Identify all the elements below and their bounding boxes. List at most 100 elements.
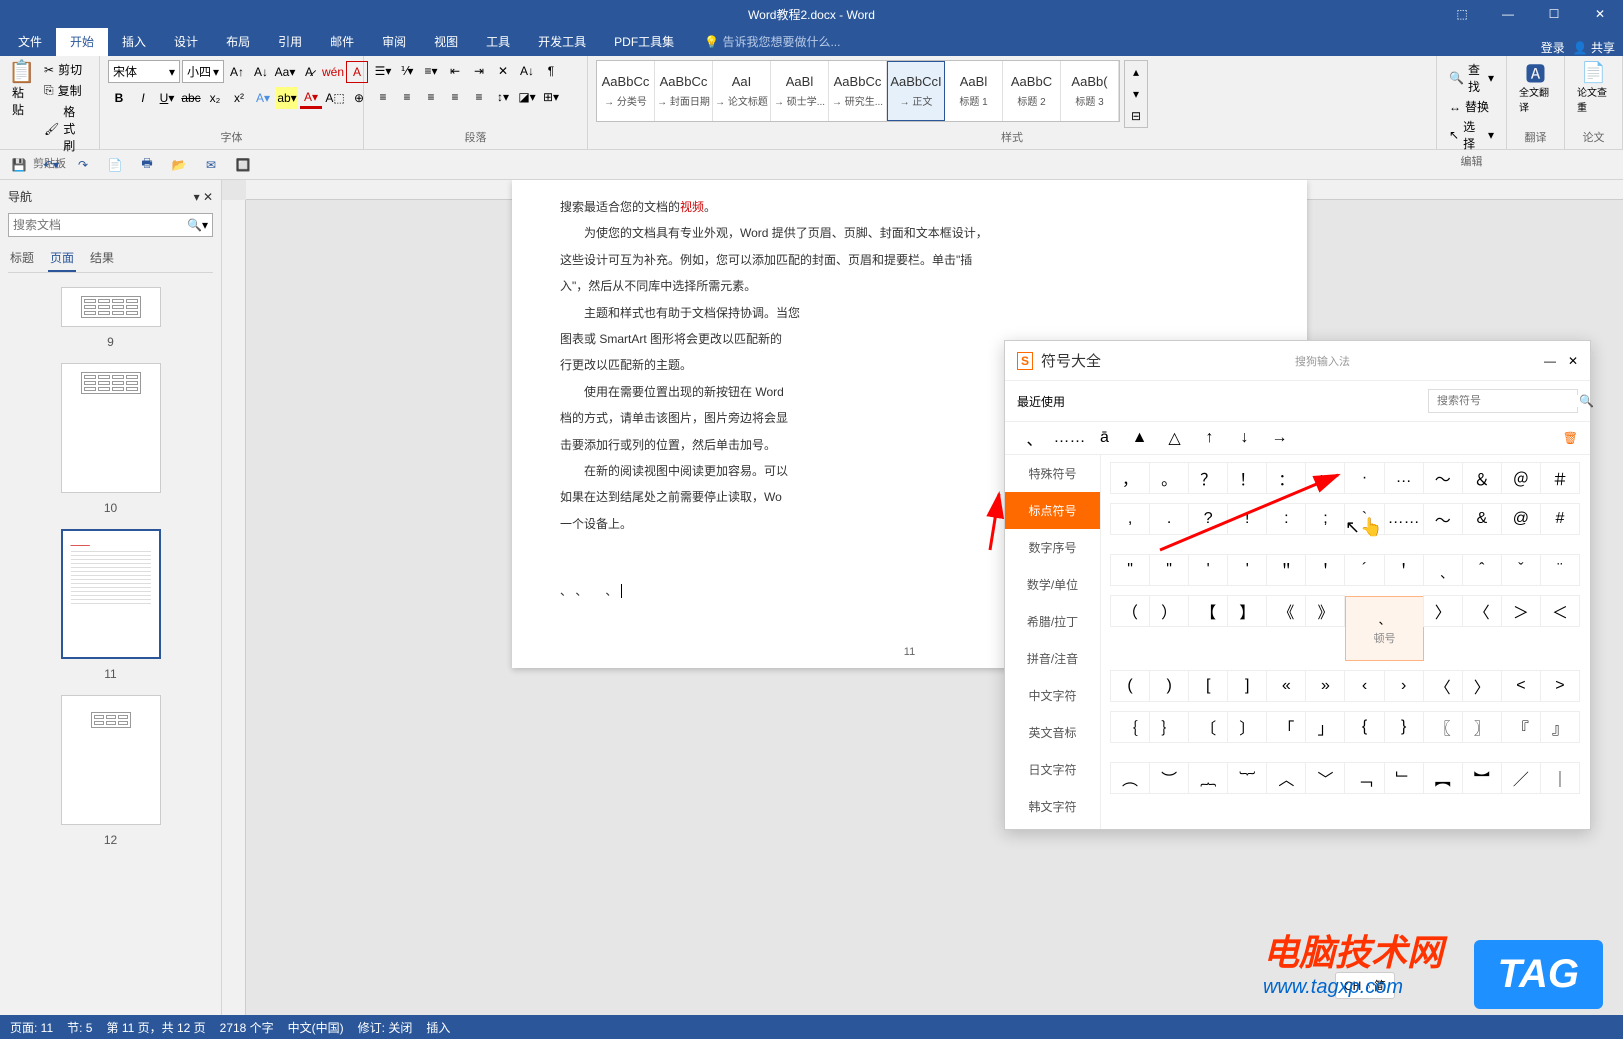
tab-审阅[interactable]: 审阅 xyxy=(368,27,420,56)
symbol-cell[interactable]: … xyxy=(1384,462,1424,494)
style-item[interactable]: AaBbCcI→ 正文 xyxy=(887,61,945,121)
style-item[interactable]: AaBbCc→ 分类号 xyxy=(597,61,655,121)
symbol-cell[interactable]: , xyxy=(1110,503,1150,535)
sort-button[interactable]: A↓ xyxy=(516,60,538,82)
char-shading-button[interactable]: A⬚ xyxy=(324,87,346,109)
distribute-button[interactable]: ≡ xyxy=(468,86,490,108)
symbol-cell[interactable]: ＞ xyxy=(1501,595,1541,627)
symbol-cell[interactable]: ～ xyxy=(1423,462,1463,494)
symbol-cell[interactable]: ｛ xyxy=(1110,711,1150,743)
proof-button[interactable]: 📄论文查重 xyxy=(1573,60,1614,116)
symbol-cell[interactable]: ˆ xyxy=(1462,554,1502,586)
bold-button[interactable]: B xyxy=(108,87,130,109)
symbol-cell[interactable]: } xyxy=(1384,711,1424,743)
status-insert[interactable]: 插入 xyxy=(426,1019,450,1036)
format-painter-button[interactable]: 🖌格式刷 xyxy=(40,102,91,155)
symbol-cell[interactable]: ： xyxy=(1266,462,1306,494)
symbol-cell[interactable]: ｜ xyxy=(1540,762,1580,794)
email-button[interactable]: ✉ xyxy=(202,156,220,174)
symbol-cell[interactable]: ﹁ xyxy=(1344,762,1384,794)
symbol-category[interactable]: 标点符号 xyxy=(1005,492,1100,529)
symbol-cell[interactable]: ˇ xyxy=(1501,554,1541,586)
clear-recent-icon[interactable]: 🗑 xyxy=(1563,431,1578,445)
symbol-search-input[interactable] xyxy=(1437,395,1579,407)
symbol-cell[interactable]: { xyxy=(1344,711,1384,743)
symbol-cell-highlighted[interactable]: 、顿号 xyxy=(1345,596,1423,661)
translate-button[interactable]: 🅰全文翻译 xyxy=(1515,60,1556,116)
symbol-cell[interactable]: ／ xyxy=(1501,762,1541,794)
copy-button[interactable]: ⎘复制 xyxy=(40,81,91,100)
symbol-category[interactable]: 俄文字母 xyxy=(1005,825,1100,829)
tab-工具[interactable]: 工具 xyxy=(472,27,524,56)
close-button[interactable]: ✕ xyxy=(1577,0,1623,28)
recent-symbol[interactable]: △ xyxy=(1157,422,1192,454)
symbol-cell[interactable]: « xyxy=(1266,670,1306,702)
clear-format-button[interactable]: A̷ xyxy=(298,61,320,83)
symbol-category[interactable]: 数学/单位 xyxy=(1005,566,1100,603)
symbol-panel[interactable]: S 符号大全 搜狗输入法 — ✕ 最近使用 🔍 、……ā▲△↑↓→🗑 特殊符号标… xyxy=(1004,340,1591,830)
symbol-cell[interactable]: ︵ xyxy=(1110,762,1150,794)
redo-button[interactable]: ↷ xyxy=(74,156,92,174)
style-scroll-down[interactable]: ▾ xyxy=(1125,83,1147,105)
symbol-category[interactable]: 英文音标 xyxy=(1005,714,1100,751)
minimize-button[interactable]: — xyxy=(1485,0,1531,28)
symbol-cell[interactable]: 》 xyxy=(1305,595,1345,627)
symbol-cell[interactable]: ) xyxy=(1149,670,1189,702)
grow-font-button[interactable]: A↑ xyxy=(226,61,248,83)
symbol-cell[interactable]: ︶ xyxy=(1149,762,1189,794)
vertical-ruler[interactable] xyxy=(222,200,246,1015)
symbol-cell[interactable]: ﹑ xyxy=(1423,554,1463,586)
symbol-cell[interactable]: ﹀ xyxy=(1305,762,1345,794)
symbol-cell[interactable]: [ xyxy=(1188,670,1228,702)
style-item[interactable]: AaBl→ 硕士学... xyxy=(771,61,829,121)
align-left-button[interactable]: ≡ xyxy=(372,86,394,108)
symbol-cell[interactable]: 】 xyxy=(1227,595,1267,627)
decrease-indent-button[interactable]: ⇤ xyxy=(444,60,466,82)
align-right-button[interactable]: ≡ xyxy=(420,86,442,108)
status-lang[interactable]: 中文(中国) xyxy=(288,1019,344,1036)
symbol-cell[interactable]: 【 xyxy=(1188,595,1228,627)
symbol-cell[interactable]: ' xyxy=(1188,554,1228,586)
symbol-cell[interactable]: ︿ xyxy=(1266,762,1306,794)
symbol-cell[interactable]: ‹ xyxy=(1344,670,1384,702)
recent-symbol[interactable]: …… xyxy=(1052,422,1087,454)
style-item[interactable]: AaBbC标题 2 xyxy=(1003,61,1061,121)
tab-布局[interactable]: 布局 xyxy=(212,27,264,56)
print-preview-button[interactable]: 🖶 xyxy=(138,156,156,174)
symbol-category[interactable]: 中文字符 xyxy=(1005,677,1100,714)
font-name-dropdown[interactable]: 宋体▾ xyxy=(108,60,180,83)
text-direction-button[interactable]: ✕ xyxy=(492,60,514,82)
symbol-cell[interactable]: ＠ xyxy=(1501,462,1541,494)
nav-tab-页面[interactable]: 页面 xyxy=(48,245,76,272)
symbol-cell[interactable]: @ xyxy=(1501,503,1541,535)
symbol-cell[interactable]: · xyxy=(1344,462,1384,494)
symbol-category[interactable]: 拼音/注音 xyxy=(1005,640,1100,677)
font-color-button[interactable]: A▾ xyxy=(300,87,322,109)
symbol-cell[interactable]: ｝ xyxy=(1149,711,1189,743)
nav-close-icon[interactable]: ✕ xyxy=(203,190,213,204)
symbol-cell[interactable]: 。 xyxy=(1149,462,1189,494)
new-button[interactable]: 📄 xyxy=(106,156,124,174)
symbol-cell[interactable]: 』 xyxy=(1540,711,1580,743)
symbol-cell[interactable]: ] xyxy=(1227,670,1267,702)
symbol-cell[interactable]: 〕 xyxy=(1227,711,1267,743)
tab-开始[interactable]: 开始 xyxy=(56,27,108,56)
maximize-button[interactable]: ☐ xyxy=(1531,0,1577,28)
symbol-cell[interactable]: 〖 xyxy=(1423,711,1463,743)
tab-邮件[interactable]: 邮件 xyxy=(316,27,368,56)
nav-search-input[interactable] xyxy=(13,218,187,232)
symbol-cell[interactable]: ～ xyxy=(1423,503,1463,535)
find-button[interactable]: 🔍查找▾ xyxy=(1445,60,1498,96)
symbol-cell[interactable]: 〈 xyxy=(1462,595,1502,627)
change-case-button[interactable]: Aa▾ xyxy=(274,61,296,83)
symbol-cell[interactable]: ; xyxy=(1305,503,1345,535)
status-words[interactable]: 2718 个字 xyxy=(220,1019,274,1036)
symbol-cell[interactable]: ， xyxy=(1110,462,1150,494)
recent-symbol[interactable]: → xyxy=(1262,422,1297,454)
symbol-cell[interactable]: 〗 xyxy=(1462,711,1502,743)
symbol-category[interactable]: 特殊符号 xyxy=(1005,455,1100,492)
symbol-cell[interactable]: : xyxy=(1266,503,1306,535)
symbol-cell[interactable]: ＆ xyxy=(1462,462,1502,494)
open-button[interactable]: 📂 xyxy=(170,156,188,174)
style-scroll-up[interactable]: ▴ xyxy=(1125,61,1147,83)
